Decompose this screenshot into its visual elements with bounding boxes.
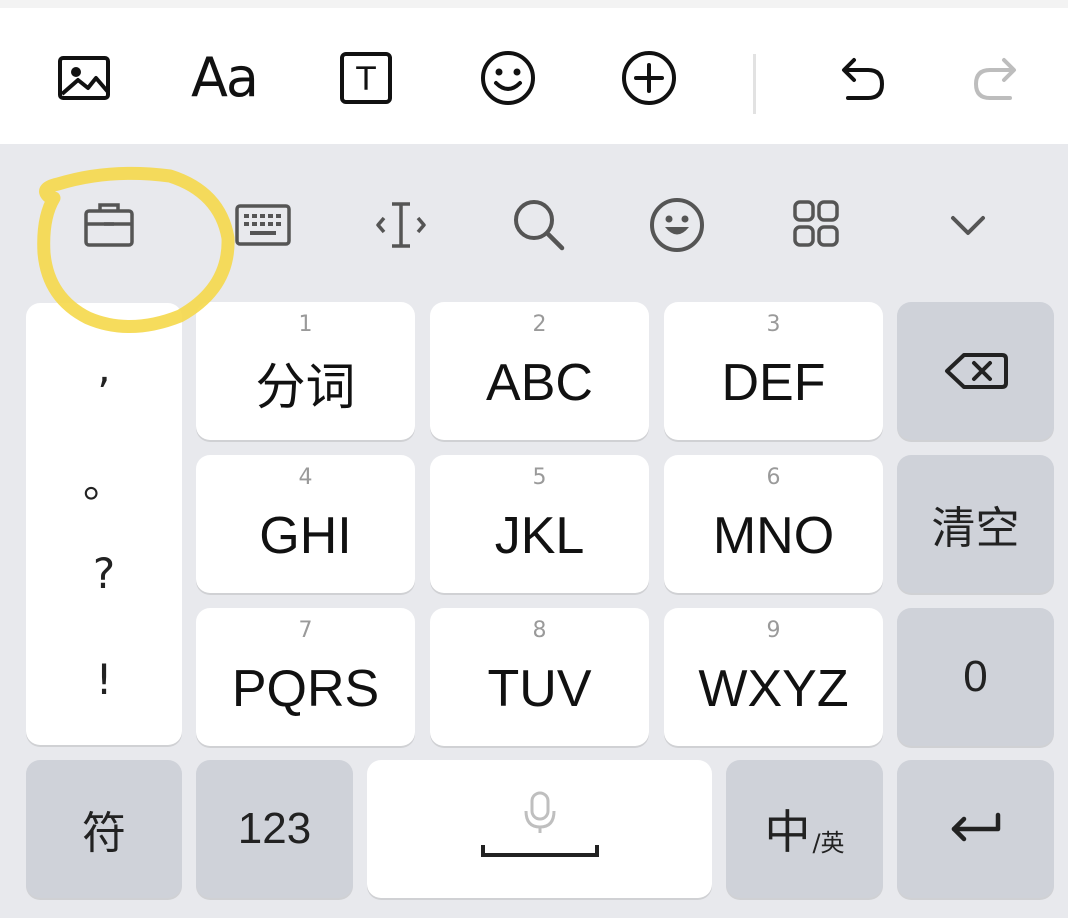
key-number: 4 [298,465,313,490]
key-number: 5 [532,465,547,490]
key-label: PQRS [231,660,380,718]
key-label: 分词 [255,358,356,416]
emoji-icon[interactable] [476,46,540,110]
font-icon[interactable]: Aa [190,46,259,110]
punct-question[interactable]: ? [26,549,182,598]
punct-comma[interactable]: , [26,343,182,392]
search-icon[interactable] [503,189,575,261]
backspace-button[interactable] [897,302,1054,440]
text-box-icon[interactable]: T [334,46,398,110]
chevron-down-icon[interactable] [932,189,1004,261]
key-label: DEF [721,354,826,412]
cursor-icon[interactable] [365,189,437,261]
key-label: GHI [259,507,352,565]
punct-period[interactable]: 。 [26,449,182,510]
add-icon[interactable] [617,46,681,110]
space-button[interactable] [367,760,712,898]
punctuation-column[interactable]: , 。 ? ! [26,303,182,745]
backspace-icon [944,353,1008,389]
font-icon-label: Aa [190,46,259,109]
undo-icon[interactable] [828,46,892,110]
key-7[interactable]: 7 PQRS [196,608,415,746]
key-4[interactable]: 4 GHI [196,455,415,593]
zero-key[interactable]: 0 [897,608,1054,746]
key-8[interactable]: 8 TUV [430,608,649,746]
key-number: 7 [298,618,313,643]
numbers-button[interactable]: 123 [196,760,353,898]
editor-toolbar: Aa T [0,8,1068,144]
clipboard-icon[interactable] [73,189,145,261]
language-toggle-button[interactable]: 中 /英 [726,760,883,898]
space-mic-icon [480,791,599,857]
enter-button[interactable] [897,760,1054,898]
key-number: 1 [298,312,313,337]
numbers-label: 123 [237,804,312,853]
key-label: JKL [494,507,585,565]
clear-label: 清空 [931,504,1020,553]
key-3[interactable]: 3 DEF [664,302,883,440]
symbols-label: 符 [82,809,126,858]
key-label: WXYZ [698,660,849,718]
redo-icon[interactable] [966,46,1030,110]
key-number: 9 [766,618,781,643]
keyboard: , 。 ? ! 1 分词 2 ABC 3 DEF 4 GHI 5 JKL 6 M… [0,144,1068,918]
toolbar-divider [753,54,756,114]
language-toggle: 中 /英 [764,796,844,862]
text-box-icon-label: T [355,60,376,98]
sticker-emoji-icon[interactable] [641,189,713,261]
key-6[interactable]: 6 MNO [664,455,883,593]
key-label: ABC [486,354,593,412]
key-number: 6 [766,465,781,490]
key-label: MNO [712,507,835,565]
symbols-button[interactable]: 符 [26,760,182,898]
language-main-label: 中 [764,805,811,859]
key-5[interactable]: 5 JKL [430,455,649,593]
key-number: 3 [766,312,781,337]
clear-button[interactable]: 清空 [897,455,1054,593]
keyboard-icon[interactable] [227,189,299,261]
language-sub-label: /英 [812,829,845,857]
key-number: 8 [532,618,547,643]
key-1[interactable]: 1 分词 [196,302,415,440]
key-label: TUV [487,660,592,718]
image-icon[interactable] [52,46,116,110]
key-2[interactable]: 2 ABC [430,302,649,440]
enter-icon [951,812,1000,842]
zero-label: 0 [963,652,988,701]
key-9[interactable]: 9 WXYZ [664,608,883,746]
punct-exclamation[interactable]: ! [26,655,182,704]
top-strip [0,0,1068,8]
apps-grid-icon[interactable] [780,189,852,261]
key-number: 2 [532,312,547,337]
